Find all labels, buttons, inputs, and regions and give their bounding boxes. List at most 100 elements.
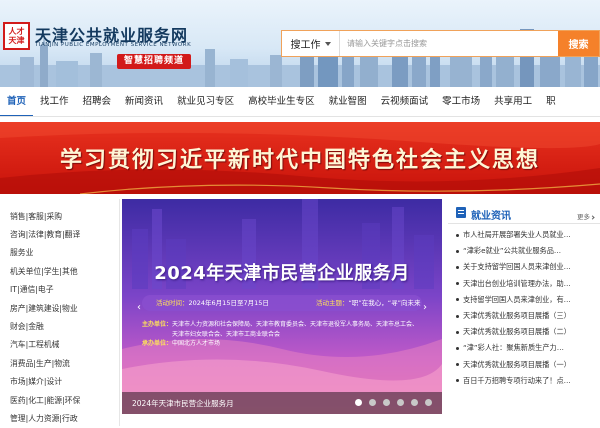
job-category-item[interactable]: 医药|化工|能源|环保 [0, 391, 119, 409]
slide-dot[interactable] [369, 399, 376, 406]
slide-info-line: 活动时间：2024年6月15日至7月15日 活动主题：“职”在我心，“寻”向未来 [148, 297, 420, 309]
chevron-down-icon [324, 41, 331, 46]
slide-theme-label: 活动主题： [316, 299, 349, 307]
job-category-item[interactable]: 服务业 [0, 244, 119, 262]
news-item[interactable]: 天津优秀就业服务项目展播（三） [456, 308, 600, 324]
job-category-item[interactable]: 汽车|工程机械 [0, 336, 119, 354]
job-category-item[interactable]: 房产|建筑建设|物业 [0, 299, 119, 317]
slide-time: 活动时间：2024年6月15日至7月15日 [156, 297, 269, 307]
search-button[interactable]: 搜索 [558, 31, 599, 56]
job-category-item[interactable]: IT|通信|电子 [0, 281, 119, 299]
slide-theme-value: “职”在我心，“寻”向未来 [348, 299, 421, 307]
search-bar: 搜工作 搜索 [281, 30, 600, 57]
nav-item[interactable]: 高校毕业生专区 [241, 87, 322, 116]
news-item-title: 天津出台创业培训管理办法，助… [463, 278, 571, 288]
nav-item[interactable]: 首页 [0, 87, 34, 116]
news-more-link[interactable]: 更多 [577, 211, 595, 221]
bullet-icon [456, 282, 459, 286]
nav-item[interactable]: 就业见习专区 [170, 87, 241, 116]
news-item[interactable]: “津”彩人社：聚焦新质生产力… [456, 340, 600, 356]
news-item[interactable]: 天津优秀就业服务项目展播（一） [456, 357, 600, 373]
nav-item[interactable]: 找工作 [33, 87, 76, 116]
news-item[interactable]: “津彩e就业”公共就业服务品… [456, 243, 600, 259]
bullet-icon [456, 314, 459, 318]
job-category-item[interactable]: 管理|人力资源|行政 [0, 409, 119, 427]
news-item-title: 关于支持留学回国人员来津创业… [463, 262, 571, 272]
channel-badge: 智慧招聘频道 [117, 54, 192, 69]
main-nav: 首页 找工作 招聘会 新闻资讯 就业见习专区 高校毕业生专区 就业智图 云视频面试 零工市场 共享… [0, 87, 600, 117]
news-item-title: 百日千万招聘专项行动来了！点… [463, 375, 571, 385]
nav-item[interactable]: 就业智图 [322, 87, 374, 116]
site-subtitle: TIANJIN PUBLIC EMPLOYMENT SERVICE NETWOR… [35, 42, 192, 48]
logo-text: 人才天津 [8, 27, 25, 45]
slide-title: 2024年天津市民营企业服务月 [154, 263, 410, 284]
news-item-title: 市人社局开展部署失业人员就业… [463, 230, 571, 240]
host-label: 承办单位： [142, 340, 173, 347]
news-item-title: 天津优秀就业服务项目展播（二） [463, 327, 571, 337]
nav-item[interactable]: 职 [539, 87, 563, 116]
bullet-icon [456, 233, 459, 237]
job-category-item[interactable]: 销售|客服|采购 [0, 207, 119, 225]
nav-item[interactable]: 共享用工 [487, 87, 539, 116]
news-item-title: “津彩e就业”公共就业服务品… [463, 246, 562, 256]
job-category-item[interactable]: 机关单位|学生|其他 [0, 262, 119, 280]
slide-dot[interactable] [411, 399, 418, 406]
bullet-icon [456, 249, 459, 253]
slogan-banner: 学习贯彻习近平新时代中国特色社会主义思想 [0, 122, 600, 194]
bullet-icon [456, 379, 459, 383]
organizer-label: 主办单位： [142, 321, 173, 328]
news-item[interactable]: 支持留学回国人员来津创业，有… [456, 292, 600, 308]
organizer-line-2: 天津市妇女联合会、天津市工商业联合会 [172, 330, 281, 338]
search-type-label: 搜工作 [290, 40, 321, 51]
news-title: 就业资讯 [471, 211, 511, 222]
news-list-icon [456, 207, 466, 218]
job-category-item[interactable]: 市场|媒介|设计 [0, 373, 119, 391]
slide-pagination [355, 399, 432, 406]
slide-caption-bar: 2024年天津市民营企业服务月 [122, 392, 442, 414]
organizer-line-1: 天津市人力资源和社会保障局、天津市教育委员会、天津市退役军人事务局、天津市总工会… [172, 321, 419, 328]
job-category-item[interactable]: 财会|金融 [0, 317, 119, 335]
slide-dot[interactable] [355, 399, 362, 406]
news-item-title: “津”彩人社：聚焦新质生产力… [463, 343, 564, 353]
slide-dot[interactable] [397, 399, 404, 406]
news-more-label: 更多 [577, 213, 590, 221]
featured-slider[interactable]: 2024年天津市民营企业服务月 活动时间：2024年6月15日至7月15日 活动… [122, 199, 442, 414]
job-category-menu: 销售|客服|采购 咨询|法律|教育|翻译 服务业 机关单位|学生|其他 IT|通信|电子… [0, 199, 120, 426]
slide-dot[interactable] [425, 399, 432, 406]
nav-item[interactable]: 新闻资讯 [118, 87, 170, 116]
chevron-right-icon [590, 215, 595, 220]
nav-item[interactable]: 云视频面试 [374, 87, 436, 116]
slide-time-value: 2024年6月15日至7月15日 [188, 299, 269, 307]
bullet-icon [456, 346, 459, 350]
news-item[interactable]: 天津优秀就业服务项目展播（二） [456, 324, 600, 340]
site-logo[interactable]: 人才天津 [3, 22, 30, 50]
job-category-item[interactable]: 咨询|法律|教育|翻译 [0, 225, 119, 243]
slide-dot[interactable] [383, 399, 390, 406]
nav-item[interactable]: 招聘会 [76, 87, 119, 116]
job-category-item[interactable]: 消费品|生产|物流 [0, 354, 119, 372]
bullet-icon [456, 265, 459, 269]
slide-next-arrow-icon[interactable]: › [418, 300, 432, 314]
slide-theme: 活动主题：“职”在我心，“寻”向未来 [316, 297, 420, 307]
search-type-select[interactable]: 搜工作 [282, 31, 340, 56]
search-input[interactable] [340, 31, 558, 56]
slide-time-label: 活动时间： [156, 299, 189, 307]
news-item-title: 天津优秀就业服务项目展播（三） [463, 311, 571, 321]
slide-prev-arrow-icon[interactable]: ‹ [132, 300, 146, 314]
news-item[interactable]: 百日千万招聘专项行动来了！点… [456, 373, 600, 389]
news-item[interactable]: 市人社局开展部署失业人员就业… [456, 227, 600, 243]
site-header: 人才天津 天津公共就业服务网 TIANJIN PUBLIC EMPLOYMENT… [0, 0, 600, 87]
host-value: 中国北方人才市场 [172, 340, 221, 347]
slide-organizers: 主办单位：天津市人力资源和社会保障局、天津市教育委员会、天津市退役军人事务局、天… [142, 320, 418, 349]
bullet-icon [456, 330, 459, 334]
bullet-icon [456, 298, 459, 302]
banner-slogan: 学习贯彻习近平新时代中国特色社会主义思想 [59, 147, 540, 173]
nav-item[interactable]: 零工市场 [435, 87, 487, 116]
news-item[interactable]: 关于支持留学回国人员来津创业… [456, 259, 600, 275]
bullet-icon [456, 363, 459, 367]
slide-caption[interactable]: 2024年天津市民营企业服务月 [132, 398, 234, 409]
news-item-title: 支持留学回国人员来津创业，有… [463, 294, 571, 304]
news-header: 就业资讯 更多 [448, 199, 600, 224]
news-item-title: 天津优秀就业服务项目展播（一） [463, 359, 571, 369]
news-item[interactable]: 天津出台创业培训管理办法，助… [456, 276, 600, 292]
